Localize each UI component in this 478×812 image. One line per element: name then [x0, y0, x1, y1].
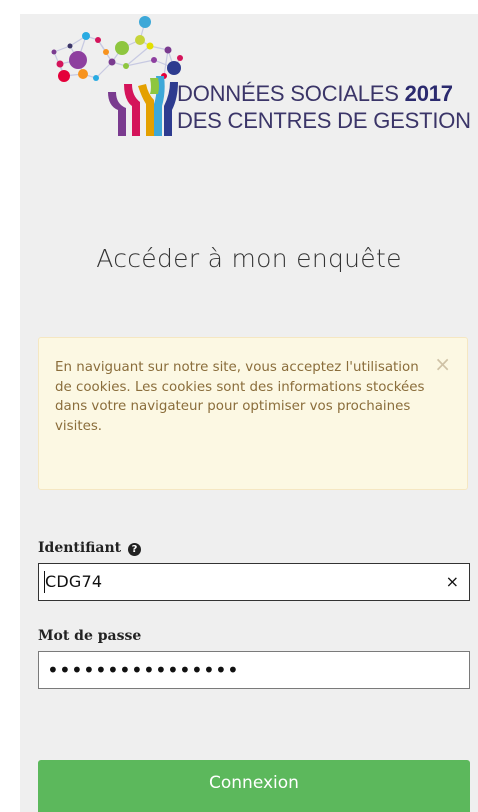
page-title: Accéder à mon enquête — [96, 244, 402, 273]
cookie-alert: En naviguant sur notre site, vous accept… — [38, 337, 468, 490]
login-panel: DONNÉES SOCIALES 2017 DES CENTRES DE GES… — [20, 14, 478, 812]
logo: DONNÉES SOCIALES 2017 DES CENTRES DE GES… — [46, 14, 471, 154]
network-tree-logo-icon — [51, 16, 183, 136]
identifiant-label-text: Identifiant — [38, 540, 122, 556]
identifiant-value: CDG74 — [45, 572, 103, 591]
identifiant-input[interactable]: CDG74 × — [38, 563, 470, 601]
logo-text-line2: DES CENTRES DE GESTION — [177, 108, 471, 133]
password-label: Mot de passe — [38, 628, 142, 644]
question-circle-icon[interactable]: ? — [127, 543, 141, 556]
logo-year: 2017 — [404, 81, 453, 106]
password-mask: •••••••••••••••• — [47, 658, 239, 682]
identifiant-label: Identifiant ? — [38, 540, 141, 556]
clear-input-icon[interactable]: × — [446, 572, 459, 591]
connexion-button[interactable]: Connexion — [38, 760, 470, 812]
cookie-alert-text: En naviguant sur notre site, vous accept… — [55, 360, 425, 434]
logo-text-prefix: DONNÉES SOCIALES — [177, 81, 405, 106]
password-input[interactable]: •••••••••••••••• — [38, 651, 470, 689]
close-icon[interactable]: × — [434, 354, 451, 374]
logo-text-line1: DONNÉES SOCIALES 2017 — [177, 81, 453, 107]
